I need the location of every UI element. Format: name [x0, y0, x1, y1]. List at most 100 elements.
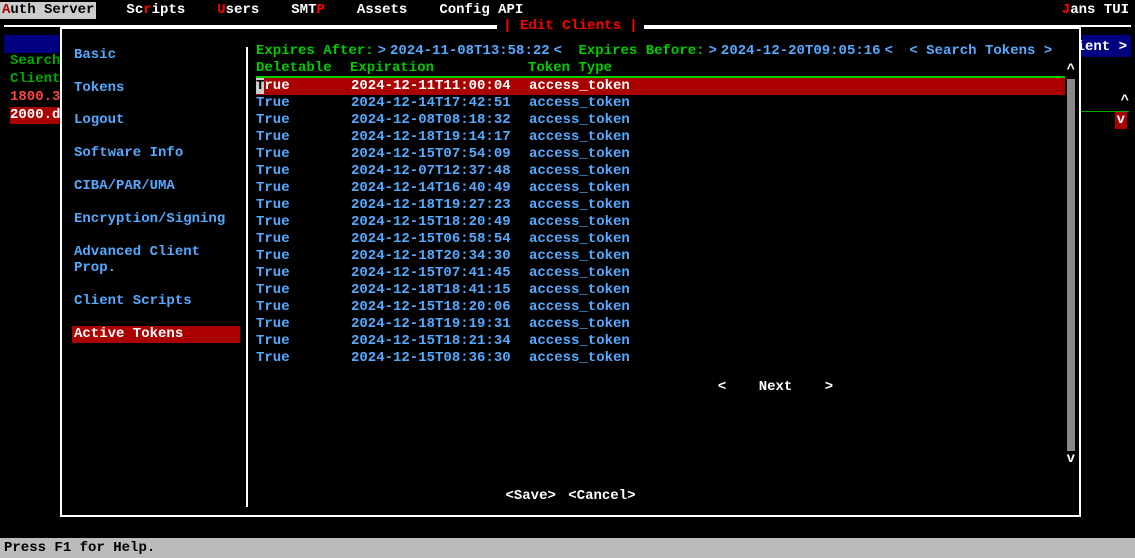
scroll-up-icon[interactable]: ^ [1067, 62, 1075, 79]
bg-row-2: 2000.d [10, 107, 60, 124]
token-column-headers: Deletable Expiration Token Type [256, 60, 1065, 79]
col-expiration: Expiration [350, 60, 528, 77]
bg-client-label: Client [10, 71, 60, 87]
bg-row-1: 1800.3 [10, 89, 60, 105]
expires-before-prev[interactable]: > [709, 43, 717, 60]
cell-expiration: 2024-12-15T08:36:30 [351, 350, 529, 367]
token-row[interactable]: True2024-12-18T19:14:17access_token [256, 129, 1065, 146]
vertical-divider [246, 47, 248, 507]
cell-deletable: True [256, 129, 351, 146]
cell-deletable: True [256, 299, 351, 316]
expires-before-next[interactable]: < [885, 43, 893, 60]
sidebar-item-ciba-par-uma[interactable]: CIBA/PAR/UMA [72, 178, 240, 195]
cell-token-type: access_token [529, 197, 1065, 214]
cell-expiration: 2024-12-15T18:20:49 [351, 214, 529, 231]
sidebar-item-software-info[interactable]: Software Info [72, 145, 240, 162]
cell-expiration: 2024-12-18T19:19:31 [351, 316, 529, 333]
cell-token-type: access_token [529, 163, 1065, 180]
token-table: True2024-12-11T11:00:04access_tokenTrue2… [256, 78, 1065, 367]
pager-fwd[interactable]: > [825, 379, 833, 395]
cell-deletable: True [256, 197, 351, 214]
cell-deletable: True [256, 78, 351, 95]
token-row[interactable]: True2024-12-18T18:41:15access_token [256, 282, 1065, 299]
token-row[interactable]: True2024-12-15T07:54:09access_token [256, 146, 1065, 163]
token-row[interactable]: True2024-12-07T12:37:48access_token [256, 163, 1065, 180]
expires-after-next[interactable]: < [554, 43, 562, 60]
cell-expiration: 2024-12-18T18:41:15 [351, 282, 529, 299]
menu-smtp[interactable]: SMTP [275, 2, 341, 19]
cell-expiration: 2024-12-15T07:54:09 [351, 146, 529, 163]
cell-token-type: access_token [529, 78, 1065, 95]
cell-expiration: 2024-12-18T19:14:17 [351, 129, 529, 146]
token-row[interactable]: True2024-12-14T17:42:51access_token [256, 95, 1065, 112]
cell-expiration: 2024-12-15T18:20:06 [351, 299, 529, 316]
token-row[interactable]: True2024-12-15T07:41:45access_token [256, 265, 1065, 282]
cell-token-type: access_token [529, 146, 1065, 163]
cell-expiration: 2024-12-15T06:58:54 [351, 231, 529, 248]
cell-deletable: True [256, 316, 351, 333]
search-tokens-button[interactable]: < Search Tokens > [909, 43, 1052, 60]
token-row[interactable]: True2024-12-18T20:34:30access_token [256, 248, 1065, 265]
token-row[interactable]: True2024-12-15T06:58:54access_token [256, 231, 1065, 248]
status-post: for Help. [71, 540, 155, 556]
cell-deletable: True [256, 231, 351, 248]
sidebar-item-encryption-signing[interactable]: Encryption/Signing [72, 211, 240, 228]
token-row[interactable]: True2024-12-18T19:27:23access_token [256, 197, 1065, 214]
cell-token-type: access_token [529, 214, 1065, 231]
cell-token-type: access_token [529, 350, 1065, 367]
sidebar-item-client-scripts[interactable]: Client Scripts [72, 293, 240, 310]
token-filters: Expires After: > 2024-11-08T13:58:22 < E… [256, 43, 1065, 60]
dialog-sidebar: Basic Tokens Logout Software Info CIBA/PAR/U… [66, 43, 246, 511]
expires-after-value[interactable]: 2024-11-08T13:58:22 [390, 43, 550, 60]
pager-prev[interactable]: < [718, 379, 726, 395]
expires-after-prev[interactable]: > [378, 43, 386, 60]
cell-token-type: access_token [529, 333, 1065, 350]
cell-expiration: 2024-12-15T07:41:45 [351, 265, 529, 282]
cell-deletable: True [256, 146, 351, 163]
cell-token-type: access_token [529, 248, 1065, 265]
menu-scripts[interactable]: Scripts [110, 2, 201, 19]
cell-deletable: True [256, 248, 351, 265]
expires-before-value[interactable]: 2024-12-20T09:05:16 [721, 43, 881, 60]
pager-next[interactable]: Next [759, 379, 793, 395]
statusbar: Press F1 for Help. [0, 538, 1135, 558]
cell-token-type: access_token [529, 180, 1065, 197]
sidebar-item-logout[interactable]: Logout [72, 112, 240, 129]
token-row[interactable]: True2024-12-15T08:36:30access_token [256, 350, 1065, 367]
token-row[interactable]: True2024-12-11T11:00:04access_token [256, 78, 1065, 95]
cell-expiration: 2024-12-14T16:40:49 [351, 180, 529, 197]
scrollbar[interactable]: ^ v [1067, 79, 1075, 451]
token-row[interactable]: True2024-12-18T19:19:31access_token [256, 316, 1065, 333]
cell-token-type: access_token [529, 299, 1065, 316]
sidebar-item-basic[interactable]: Basic [72, 47, 240, 64]
token-row[interactable]: True2024-12-08T08:18:32access_token [256, 112, 1065, 129]
sidebar-item-active-tokens[interactable]: Active Tokens [72, 326, 240, 343]
dialog-content: Expires After: > 2024-11-08T13:58:22 < E… [256, 43, 1075, 511]
sidebar-item-tokens[interactable]: Tokens [72, 80, 240, 97]
cell-token-type: access_token [529, 265, 1065, 282]
expires-after-label: Expires After: [256, 43, 374, 60]
sidebar-item-advanced-client-prop-[interactable]: Advanced Client Prop. [72, 244, 240, 278]
cancel-button[interactable]: <Cancel> [568, 488, 635, 504]
menu-auth-server[interactable]: Auth Server [0, 2, 96, 19]
cell-expiration: 2024-12-14T17:42:51 [351, 95, 529, 112]
cell-deletable: True [256, 350, 351, 367]
cell-deletable: True [256, 333, 351, 350]
token-row[interactable]: True2024-12-14T16:40:49access_token [256, 180, 1065, 197]
token-row[interactable]: True2024-12-15T18:20:49access_token [256, 214, 1065, 231]
menu-assets[interactable]: Assets [341, 2, 423, 19]
token-row[interactable]: True2024-12-15T18:21:34access_token [256, 333, 1065, 350]
edit-clients-dialog: | Edit Clients | BasicTokensLogoutSoftwa… [60, 27, 1081, 517]
menu-config-api[interactable]: Config API [423, 2, 539, 19]
token-row[interactable]: True2024-12-15T18:20:06access_token [256, 299, 1065, 316]
cell-token-type: access_token [529, 129, 1065, 146]
bg-search-label: Search [10, 53, 60, 69]
cell-token-type: access_token [529, 95, 1065, 112]
cell-expiration: 2024-12-11T11:00:04 [351, 78, 529, 95]
cell-deletable: True [256, 112, 351, 129]
menu-users[interactable]: Users [201, 2, 275, 19]
status-pre: Press [4, 540, 54, 556]
save-button[interactable]: <Save> [505, 488, 555, 504]
cell-token-type: access_token [529, 231, 1065, 248]
scroll-down-icon[interactable]: v [1067, 451, 1075, 468]
